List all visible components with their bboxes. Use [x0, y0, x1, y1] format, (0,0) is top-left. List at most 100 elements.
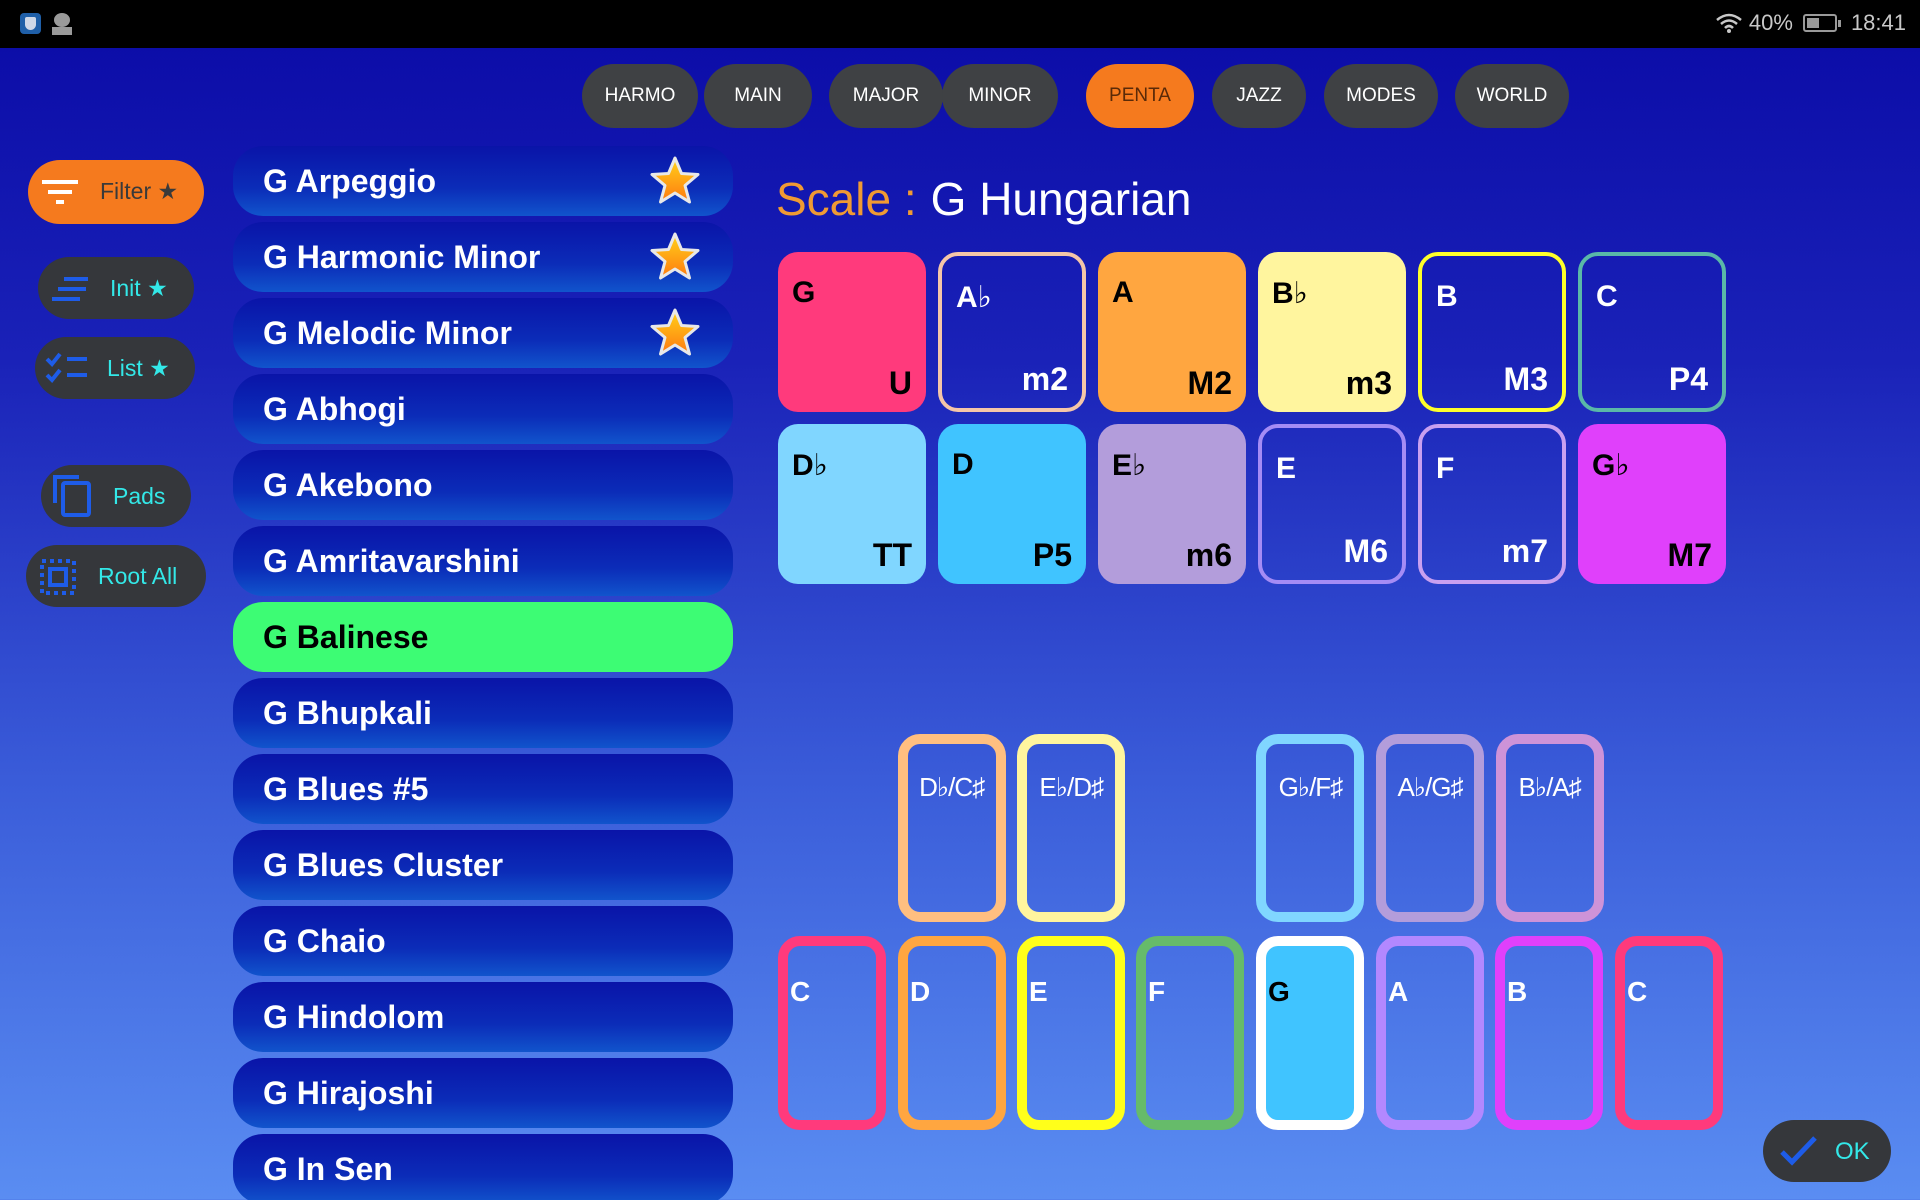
scale-list-item[interactable]: G Abhogi: [233, 374, 733, 444]
black-key[interactable]: D♭/C♯: [897, 734, 1006, 922]
favorite-star-icon[interactable]: [649, 155, 701, 207]
scale-list-item[interactable]: G Hirajoshi: [233, 1058, 733, 1128]
pad-note: F: [1436, 452, 1455, 485]
scale-list-item-label: G Chaio: [263, 922, 386, 959]
pad-interval: m2: [1021, 361, 1068, 397]
white-key-g[interactable]: G: [1256, 936, 1364, 1130]
black-key[interactable]: G♭/F♯: [1256, 734, 1365, 922]
root-all-button[interactable]: Root All: [26, 545, 206, 607]
status-bar: 40% 18:41: [0, 0, 1920, 48]
filter-button[interactable]: Filter ★: [28, 160, 204, 224]
list-label: List ★: [107, 355, 170, 381]
black-key[interactable]: A♭/G♯: [1376, 734, 1484, 922]
interval-pad[interactable]: E♭ m6: [1098, 424, 1246, 584]
list-button[interactable]: List ★: [35, 337, 195, 399]
scale-list-item[interactable]: G Chaio: [233, 906, 733, 976]
scale-list-item-label: G Blues #5: [263, 770, 429, 807]
scale-list-item[interactable]: G Amritavarshini: [233, 526, 733, 596]
interval-pad[interactable]: A♭ m2: [938, 252, 1086, 412]
scale-list-item-label: G Bhupkali: [263, 694, 432, 731]
tab-jazz[interactable]: JAZZ: [1212, 64, 1306, 128]
favorite-star-icon[interactable]: [649, 231, 701, 283]
scale-list-item[interactable]: G Bhupkali: [233, 678, 733, 748]
scale-list-item[interactable]: G Blues #5: [233, 754, 733, 824]
pad-interval: M3: [1503, 361, 1548, 397]
scale-list-item[interactable]: G Blues Cluster: [233, 830, 733, 900]
favorite-star-icon[interactable]: [649, 307, 701, 359]
app-notification-icon: [51, 13, 73, 35]
interval-pad[interactable]: Fm7: [1418, 424, 1566, 584]
scale-list-item-label: G Hindolom: [263, 998, 445, 1035]
ok-button[interactable]: OK: [1763, 1120, 1891, 1182]
tab-world[interactable]: WORLD: [1455, 64, 1569, 128]
battery-icon: [1802, 14, 1841, 32]
interval-pad[interactable]: B♭ m3: [1258, 252, 1406, 412]
scale-list-item-label: G Akebono: [263, 466, 433, 503]
pad-note: A: [1112, 276, 1134, 309]
key-label: A♭/G♯: [1397, 772, 1463, 802]
white-key-c[interactable]: C: [778, 936, 886, 1130]
pads-button[interactable]: Pads: [41, 465, 191, 527]
pad-note: C: [1596, 280, 1618, 313]
scale-list-item[interactable]: G Melodic Minor: [233, 298, 733, 368]
interval-pad[interactable]: GU: [778, 252, 926, 412]
pad-interval: TT: [872, 537, 912, 573]
battery-percent: 40%: [1748, 10, 1793, 35]
root-all-label: Root All: [98, 563, 178, 589]
pad-note: G: [792, 276, 816, 309]
scale-list-item-label: G Abhogi: [263, 390, 406, 427]
scale-list-item-label: G Arpeggio: [263, 162, 437, 199]
wifi-icon: [1716, 13, 1742, 33]
scale-list-item[interactable]: G Akebono: [233, 450, 733, 520]
interval-pad[interactable]: D♭ TT: [778, 424, 926, 584]
copy-pages-icon: [53, 475, 91, 517]
key-label: E♭/D♯: [1039, 772, 1104, 802]
black-key[interactable]: B♭/A♯: [1495, 734, 1604, 922]
filter-icon: [42, 180, 78, 204]
white-key-d[interactable]: D: [898, 936, 1006, 1130]
interval-pad[interactable]: G♭ M7: [1578, 424, 1726, 584]
key-label: D♭/C♯: [919, 772, 985, 802]
white-key-b[interactable]: B: [1495, 936, 1603, 1130]
tab-minor[interactable]: MINOR: [942, 64, 1058, 128]
scale-list-item-label: G Harmonic Minor: [263, 238, 541, 275]
pad-interval: M6: [1343, 533, 1388, 569]
scale-list-item-label: G Blues Cluster: [263, 846, 504, 883]
scale-list-item-label: G Melodic Minor: [263, 314, 512, 351]
pad-note: E♭: [1112, 449, 1147, 482]
pad-interval: P5: [1032, 537, 1072, 573]
key-label: G♭/F♯: [1278, 772, 1344, 802]
checklist-icon: [45, 352, 87, 383]
pad-note: D♭: [792, 449, 828, 482]
pad-interval: m3: [1345, 365, 1392, 401]
pad-interval: U: [888, 365, 912, 401]
tab-penta[interactable]: PENTA: [1086, 64, 1194, 128]
key-label: B: [1507, 976, 1528, 1007]
white-key-a[interactable]: A: [1376, 936, 1484, 1130]
tab-main[interactable]: MAIN: [704, 64, 812, 128]
interval-pad[interactable]: E M6: [1258, 424, 1406, 584]
scale-list-item[interactable]: G Balinese: [233, 602, 733, 672]
key-label: C: [1627, 976, 1648, 1007]
pad-interval: M7: [1667, 537, 1712, 573]
black-key[interactable]: E♭/D♯: [1017, 734, 1126, 922]
scale-list-item[interactable]: G Arpeggio: [233, 146, 733, 216]
interval-pad[interactable]: B M3: [1418, 252, 1566, 412]
key-label: A: [1388, 976, 1409, 1007]
white-key-e[interactable]: E: [1017, 936, 1125, 1130]
interval-pad[interactable]: D P5: [938, 424, 1086, 584]
pad-interval: P4: [1668, 361, 1708, 397]
tab-major[interactable]: MAJOR: [829, 64, 943, 128]
scale-list-item[interactable]: G Hindolom: [233, 982, 733, 1052]
tab-modes[interactable]: MODES: [1324, 64, 1438, 128]
scale-list-item[interactable]: G Harmonic Minor: [233, 222, 733, 292]
tab-harmo[interactable]: HARMO: [582, 64, 698, 128]
interval-pad[interactable]: C P4: [1578, 252, 1726, 412]
white-key-f[interactable]: F: [1136, 936, 1244, 1130]
init-button[interactable]: Init ★: [38, 257, 194, 319]
pad-note: D: [952, 448, 974, 481]
white-key-c[interactable]: C: [1615, 936, 1723, 1130]
interval-pad[interactable]: A M2: [1098, 252, 1246, 412]
scale-list-item[interactable]: G In Sen: [233, 1134, 733, 1200]
shield-notification-icon: [20, 13, 41, 34]
